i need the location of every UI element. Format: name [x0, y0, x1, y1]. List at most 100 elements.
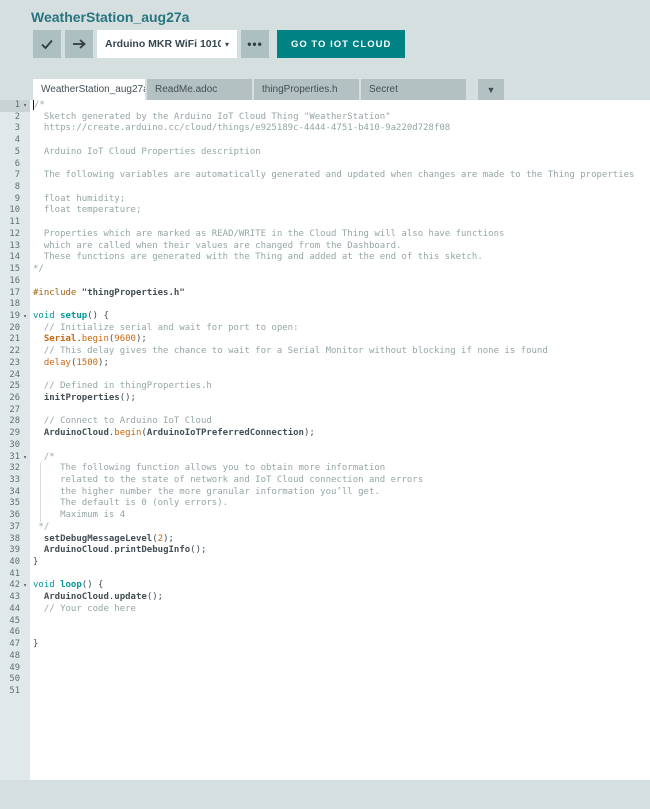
code-line[interactable]: 46: [0, 627, 650, 639]
board-selector[interactable]: Arduino MKR WiFi 1010 at C... ▾: [97, 30, 237, 58]
code-text[interactable]: setDebugMessageLevel(2);: [33, 534, 650, 546]
code-line[interactable]: 49: [0, 663, 650, 675]
code-text[interactable]: related to the state of network and IoT …: [33, 475, 650, 487]
more-options-button[interactable]: •••: [241, 30, 269, 58]
code-text[interactable]: float temperature;: [33, 205, 650, 217]
code-text[interactable]: [33, 663, 650, 675]
code-line[interactable]: 16: [0, 276, 650, 288]
code-text[interactable]: */: [33, 264, 650, 276]
code-line[interactable]: 25 // Defined in thingProperties.h: [0, 381, 650, 393]
code-line[interactable]: 12 Properties which are marked as READ/W…: [0, 229, 650, 241]
code-line[interactable]: 10 float temperature;: [0, 205, 650, 217]
code-line[interactable]: 42▾void loop() {: [0, 580, 650, 592]
code-line[interactable]: 34 the higher number the more granular i…: [0, 487, 650, 499]
code-text[interactable]: void loop() {: [33, 580, 650, 592]
code-text[interactable]: /*: [33, 100, 650, 112]
fold-toggle-icon[interactable]: ▾: [20, 580, 30, 592]
fold-toggle-icon[interactable]: ▾: [20, 311, 30, 323]
code-line[interactable]: 50: [0, 674, 650, 686]
code-text[interactable]: */: [33, 522, 650, 534]
code-text[interactable]: [33, 440, 650, 452]
code-text[interactable]: /*: [33, 452, 650, 464]
code-line[interactable]: 38 setDebugMessageLevel(2);: [0, 534, 650, 546]
code-text[interactable]: [33, 686, 650, 698]
code-line[interactable]: 37 */: [0, 522, 650, 534]
code-line[interactable]: 7 The following variables are automatica…: [0, 170, 650, 182]
code-line[interactable]: 9 float humidity;: [0, 194, 650, 206]
verify-button[interactable]: [33, 30, 61, 58]
code-text[interactable]: // Connect to Arduino IoT Cloud: [33, 416, 650, 428]
code-line[interactable]: 17#include "thingProperties.h": [0, 288, 650, 300]
code-line[interactable]: 24: [0, 370, 650, 382]
code-line[interactable]: 8: [0, 182, 650, 194]
code-line[interactable]: 28 // Connect to Arduino IoT Cloud: [0, 416, 650, 428]
code-text[interactable]: The following function allows you to obt…: [33, 463, 650, 475]
code-text[interactable]: [33, 299, 650, 311]
code-line[interactable]: 48: [0, 651, 650, 663]
code-text[interactable]: float humidity;: [33, 194, 650, 206]
code-line[interactable]: 21 Serial.begin(9600);: [0, 334, 650, 346]
code-text[interactable]: ArduinoCloud.update();: [33, 592, 650, 604]
code-line[interactable]: 13 which are called when their values ar…: [0, 241, 650, 253]
code-text[interactable]: // Defined in thingProperties.h: [33, 381, 650, 393]
code-line[interactable]: 40}: [0, 557, 650, 569]
code-text[interactable]: The default is 0 (only errors).: [33, 498, 650, 510]
fold-toggle-icon[interactable]: ▾: [20, 100, 30, 112]
code-text[interactable]: The following variables are automaticall…: [33, 170, 650, 182]
tab-secret[interactable]: Secret: [361, 79, 466, 100]
code-line[interactable]: 1▾/*: [0, 100, 650, 112]
code-text[interactable]: [33, 370, 650, 382]
fold-toggle-icon[interactable]: ▾: [20, 452, 30, 464]
code-line[interactable]: 45: [0, 616, 650, 628]
code-line[interactable]: 30: [0, 440, 650, 452]
code-text[interactable]: [33, 135, 650, 147]
code-line[interactable]: 47}: [0, 639, 650, 651]
code-line[interactable]: 27: [0, 405, 650, 417]
code-line[interactable]: 44 // Your code here: [0, 604, 650, 616]
code-line[interactable]: 51: [0, 686, 650, 698]
go-to-iot-cloud-button[interactable]: GO TO IOT CLOUD: [277, 30, 405, 58]
code-line[interactable]: 36 Maximum is 4: [0, 510, 650, 522]
code-text[interactable]: [33, 616, 650, 628]
code-line[interactable]: 15*/: [0, 264, 650, 276]
code-line[interactable]: 33 related to the state of network and I…: [0, 475, 650, 487]
code-text[interactable]: // Initialize serial and wait for port t…: [33, 323, 650, 335]
code-text[interactable]: [33, 569, 650, 581]
code-line[interactable]: 22 // This delay gives the chance to wai…: [0, 346, 650, 358]
tab-thingproperties-h[interactable]: thingProperties.h: [254, 79, 359, 100]
code-text[interactable]: [33, 627, 650, 639]
code-line[interactable]: 35 The default is 0 (only errors).: [0, 498, 650, 510]
code-text[interactable]: [33, 405, 650, 417]
code-text[interactable]: [33, 276, 650, 288]
code-text[interactable]: [33, 182, 650, 194]
tab-weatherstation-aug27a[interactable]: WeatherStation_aug27a: [33, 79, 145, 100]
code-line[interactable]: 31▾ /*: [0, 452, 650, 464]
code-text[interactable]: }: [33, 639, 650, 651]
code-text[interactable]: Serial.begin(9600);: [33, 334, 650, 346]
code-text[interactable]: [33, 651, 650, 663]
code-line[interactable]: 29 ArduinoCloud.begin(ArduinoIoTPreferre…: [0, 428, 650, 440]
code-text[interactable]: Maximum is 4: [33, 510, 650, 522]
code-line[interactable]: 41: [0, 569, 650, 581]
code-line[interactable]: 26 initProperties();: [0, 393, 650, 405]
code-text[interactable]: #include "thingProperties.h": [33, 288, 650, 300]
code-line[interactable]: 43 ArduinoCloud.update();: [0, 592, 650, 604]
code-text[interactable]: ArduinoCloud.begin(ArduinoIoTPreferredCo…: [33, 428, 650, 440]
code-line[interactable]: 11: [0, 217, 650, 229]
code-text[interactable]: Properties which are marked as READ/WRIT…: [33, 229, 650, 241]
code-text[interactable]: }: [33, 557, 650, 569]
code-line[interactable]: 23 delay(1500);: [0, 358, 650, 370]
code-editor[interactable]: 1▾/*2 Sketch generated by the Arduino Io…: [0, 100, 650, 780]
code-line[interactable]: 6: [0, 159, 650, 171]
code-text[interactable]: initProperties();: [33, 393, 650, 405]
code-text[interactable]: void setup() {: [33, 311, 650, 323]
code-line[interactable]: 19▾void setup() {: [0, 311, 650, 323]
code-text[interactable]: [33, 217, 650, 229]
code-text[interactable]: ArduinoCloud.printDebugInfo();: [33, 545, 650, 557]
code-line[interactable]: 4: [0, 135, 650, 147]
tab-readme-adoc[interactable]: ReadMe.adoc: [147, 79, 252, 100]
code-text[interactable]: These functions are generated with the T…: [33, 252, 650, 264]
code-line[interactable]: 20 // Initialize serial and wait for por…: [0, 323, 650, 335]
upload-button[interactable]: [65, 30, 93, 58]
code-line[interactable]: 14 These functions are generated with th…: [0, 252, 650, 264]
